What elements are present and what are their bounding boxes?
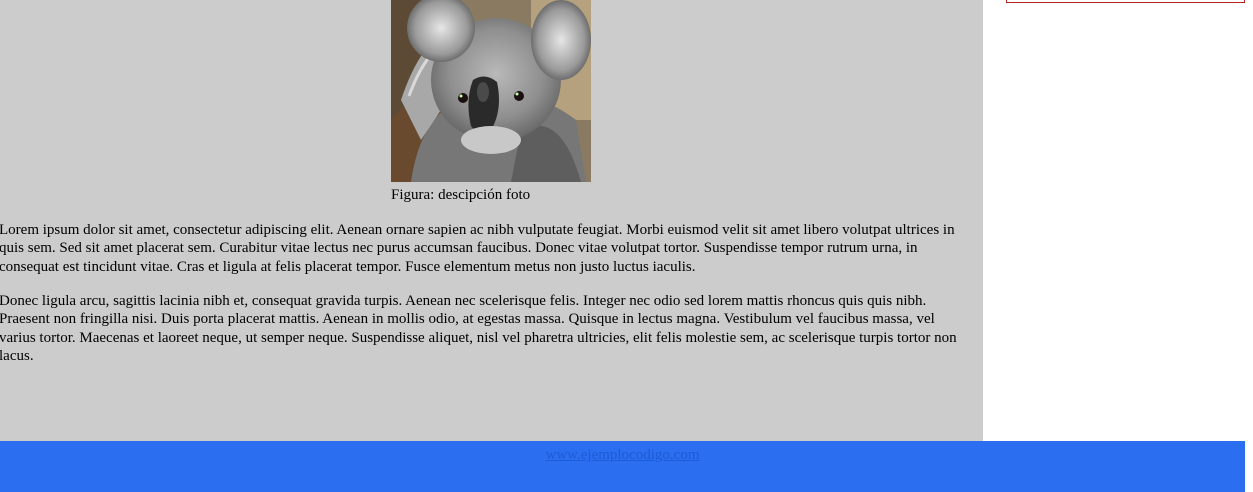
footer: www.ejemplocodigo.com (0, 441, 1245, 492)
figure: Figura: descipción foto (391, 0, 591, 204)
footer-link[interactable]: www.ejemplocodigo.com (546, 447, 700, 464)
page: Figura: descipción foto Lorem ipsum dolo… (0, 0, 1253, 492)
sidebar (983, 0, 1245, 441)
figure-caption: Figura: descipción foto (391, 187, 531, 203)
koala-photo (391, 0, 591, 182)
main-content: Figura: descipción foto Lorem ipsum dolo… (0, 0, 983, 441)
sidebar-box (1006, 0, 1245, 3)
paragraph-2: Donec ligula arcu, sagittis lacinia nibh… (0, 293, 957, 365)
paragraph-1: Lorem ipsum dolor sit amet, consectetur … (0, 222, 955, 275)
